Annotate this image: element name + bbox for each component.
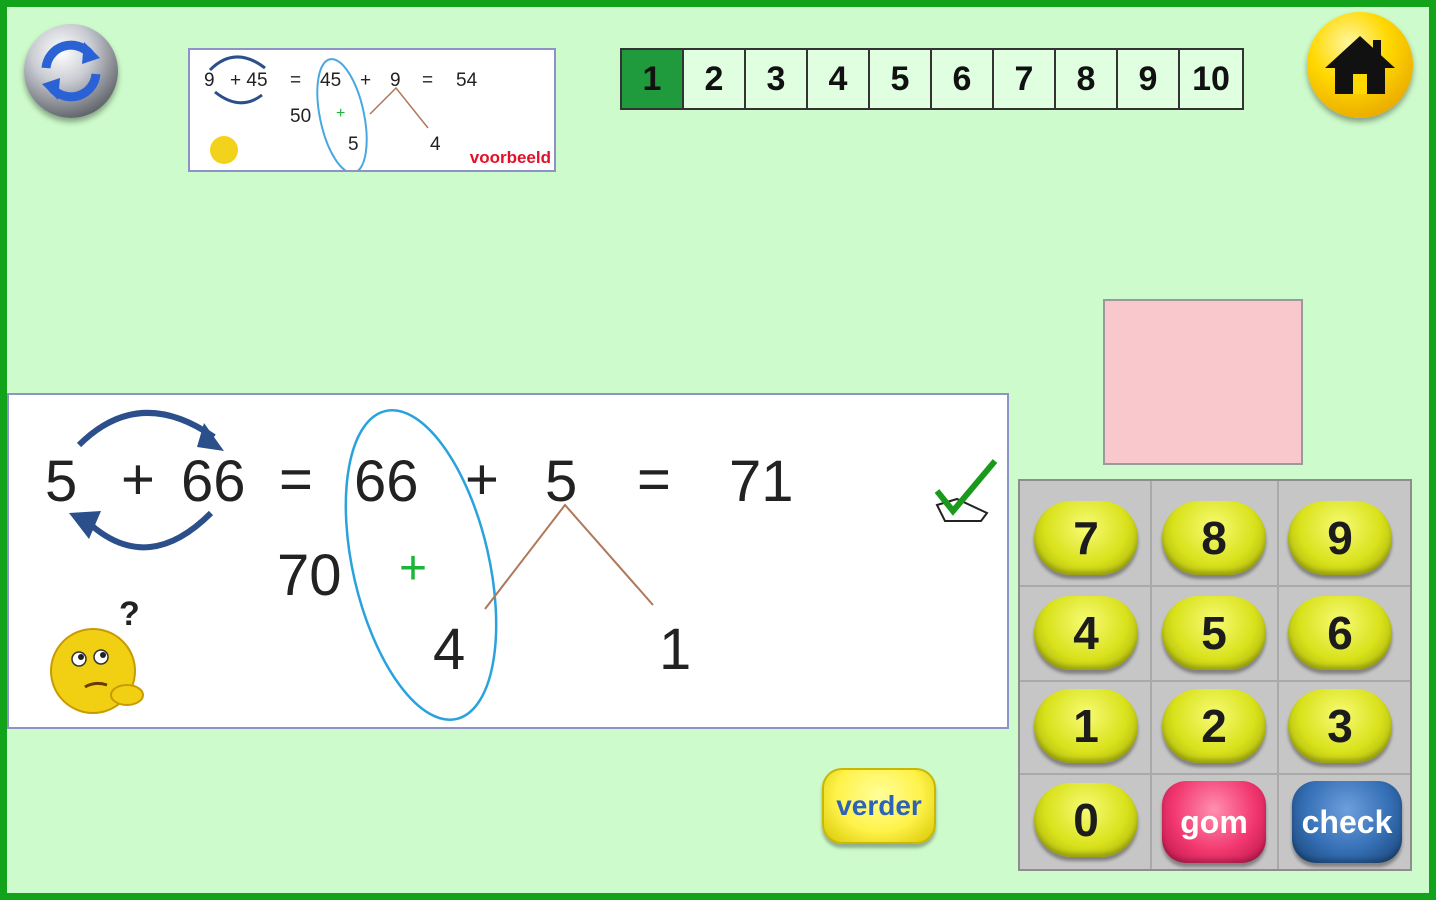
example-term: = <box>290 70 302 91</box>
question-number-5[interactable]: 5 <box>870 50 932 108</box>
gom-button[interactable]: gom <box>1162 781 1266 863</box>
keypad-divider <box>1020 773 1410 775</box>
split-left-value: 4 <box>433 617 466 682</box>
verder-button[interactable]: verder <box>822 768 936 844</box>
example-term: 9 <box>204 70 215 91</box>
question-number-7[interactable]: 7 <box>994 50 1056 108</box>
key-5[interactable]: 5 <box>1162 596 1266 670</box>
number-keypad: 7 8 9 4 5 6 1 2 3 0 gom check <box>1018 479 1412 871</box>
exercise-diagram: ? <box>50 409 998 721</box>
question-number-3[interactable]: 3 <box>746 50 808 108</box>
operator-plus: + <box>121 447 155 512</box>
operator-plus-green: + <box>399 542 428 595</box>
term-b: 66 <box>181 449 246 514</box>
key-7[interactable]: 7 <box>1034 501 1138 575</box>
term-a: 5 <box>45 449 78 514</box>
example-term: 9 <box>390 70 401 91</box>
check-button[interactable]: check <box>1292 781 1402 863</box>
example-term: 5 <box>348 134 359 155</box>
example-label: voorbeeld <box>469 148 551 167</box>
operator-equals: = <box>637 447 671 512</box>
keypad-divider <box>1277 481 1279 869</box>
example-term: 54 <box>456 70 478 91</box>
checkmark-icon <box>934 459 998 522</box>
example-panel[interactable]: 9 + 45 = 45 + 9 = 54 50 + 5 4 voorbeeld <box>188 48 556 172</box>
key-2[interactable]: 2 <box>1162 689 1266 763</box>
key-9[interactable]: 9 <box>1288 501 1392 575</box>
refresh-icon <box>41 40 101 102</box>
keypad-divider <box>1020 585 1410 587</box>
tens-value: 70 <box>277 543 342 608</box>
thinking-smiley-icon: ? <box>50 595 144 714</box>
key-8[interactable]: 8 <box>1162 501 1266 575</box>
answer-box <box>1103 299 1303 465</box>
keypad-divider <box>1150 481 1152 869</box>
key-1[interactable]: 1 <box>1034 689 1138 763</box>
question-number-8[interactable]: 8 <box>1056 50 1118 108</box>
example-term: = <box>422 70 434 91</box>
key-4[interactable]: 4 <box>1034 596 1138 670</box>
question-number-10[interactable]: 10 <box>1180 50 1242 108</box>
example-term: + 45 <box>230 70 268 91</box>
home-button[interactable] <box>1307 12 1413 118</box>
question-number-4[interactable]: 4 <box>808 50 870 108</box>
term-c: 5 <box>545 449 578 514</box>
operator-equals: = <box>279 447 313 512</box>
example-term: 50 <box>290 106 312 127</box>
key-3[interactable]: 3 <box>1288 689 1392 763</box>
question-number-bar: 1 2 3 4 5 6 7 8 9 10 <box>620 48 1244 110</box>
key-6[interactable]: 6 <box>1288 596 1392 670</box>
result-value: 71 <box>729 449 794 514</box>
example-term: 45 <box>320 70 342 91</box>
split-right-value: 1 <box>659 617 692 682</box>
example-term: 4 <box>430 134 441 155</box>
question-number-2[interactable]: 2 <box>684 50 746 108</box>
question-number-9[interactable]: 9 <box>1118 50 1180 108</box>
example-term: + <box>360 70 372 91</box>
refresh-button[interactable] <box>24 24 118 118</box>
term-b-copy: 66 <box>354 449 419 514</box>
svg-text:?: ? <box>119 595 140 633</box>
home-icon <box>1325 36 1395 94</box>
operator-plus: + <box>465 447 499 512</box>
question-number-1[interactable]: 1 <box>622 50 684 108</box>
keypad-divider <box>1020 680 1410 682</box>
question-number-6[interactable]: 6 <box>932 50 994 108</box>
example-term: + <box>336 105 346 122</box>
key-0[interactable]: 0 <box>1034 783 1138 857</box>
exercise-panel: ? 5 + 66 = 66 + 5 = 71 70 + 4 1 <box>7 393 1009 729</box>
